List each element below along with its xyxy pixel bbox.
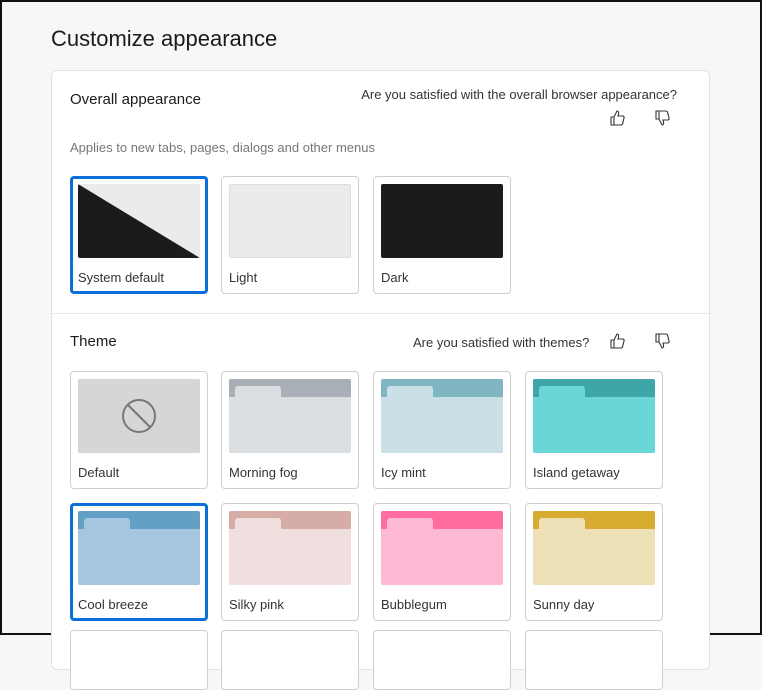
theme-heading: Theme [70, 333, 117, 350]
theme-tile-next-row[interactable] [221, 630, 359, 690]
theme-preview [381, 379, 503, 453]
theme-sunny-day[interactable]: Sunny day [525, 503, 663, 621]
overall-appearance-heading: Overall appearance [70, 91, 201, 108]
preview-body [533, 529, 655, 585]
appearance-card: Overall appearance Are you satisfied wit… [51, 70, 710, 690]
theme-label: Island getaway [533, 465, 620, 480]
preview-body [533, 397, 655, 453]
theme-preview [229, 511, 351, 585]
theme-label: Default [78, 465, 120, 480]
theme-feedback-question: Are you satisfied with themes? [413, 335, 590, 350]
overall-feedback-question: Are you satisfied with the overall brows… [361, 87, 677, 102]
system-default-preview [78, 184, 200, 258]
theme-label: Cool breeze [78, 597, 149, 612]
appearance-label: Dark [381, 270, 409, 285]
theme-icy-mint[interactable]: Icy mint [373, 371, 511, 489]
theme-preview [229, 379, 351, 453]
thumbs-down-icon[interactable] [653, 108, 673, 128]
theme-morning-fog[interactable]: Morning fog [221, 371, 359, 489]
theme-cool-breeze[interactable]: Cool breeze [70, 503, 208, 621]
theme-tile-next-row[interactable] [70, 630, 208, 690]
theme-bubblegum[interactable]: Bubblegum [373, 503, 511, 621]
light-preview [229, 184, 351, 258]
dark-preview [381, 184, 503, 258]
thumbs-up-icon[interactable] [608, 108, 628, 128]
theme-label: Icy mint [381, 465, 426, 480]
appearance-system-default[interactable]: System default [70, 176, 208, 294]
theme-default[interactable]: Default [70, 371, 208, 489]
theme-preview [78, 511, 200, 585]
preview-body [229, 529, 351, 585]
preview-body [229, 397, 351, 453]
preview-body [381, 397, 503, 453]
theme-label: Bubblegum [381, 597, 447, 612]
preview-body [381, 529, 503, 585]
no-theme-icon [122, 399, 156, 433]
appearance-light[interactable]: Light [221, 176, 359, 294]
theme-preview [533, 379, 655, 453]
theme-label: Silky pink [229, 597, 284, 612]
default-preview [78, 379, 200, 453]
theme-island-getaway[interactable]: Island getaway [525, 371, 663, 489]
thumbs-down-icon[interactable] [653, 331, 673, 351]
section-divider [52, 313, 709, 314]
theme-preview [533, 511, 655, 585]
theme-tile-next-row[interactable] [373, 630, 511, 690]
theme-label: Sunny day [533, 597, 595, 612]
theme-tile-next-row[interactable] [525, 630, 663, 690]
appearance-label: Light [229, 270, 258, 285]
theme-preview [381, 511, 503, 585]
theme-silky-pink[interactable]: Silky pink [221, 503, 359, 621]
thumbs-up-icon[interactable] [608, 331, 628, 351]
overall-subtitle: Applies to new tabs, pages, dialogs and … [70, 140, 375, 155]
appearance-label: System default [78, 270, 164, 285]
preview-body [78, 529, 200, 585]
theme-label: Morning fog [229, 465, 298, 480]
appearance-dark[interactable]: Dark [373, 176, 511, 294]
page-title: Customize appearance [51, 26, 278, 51]
